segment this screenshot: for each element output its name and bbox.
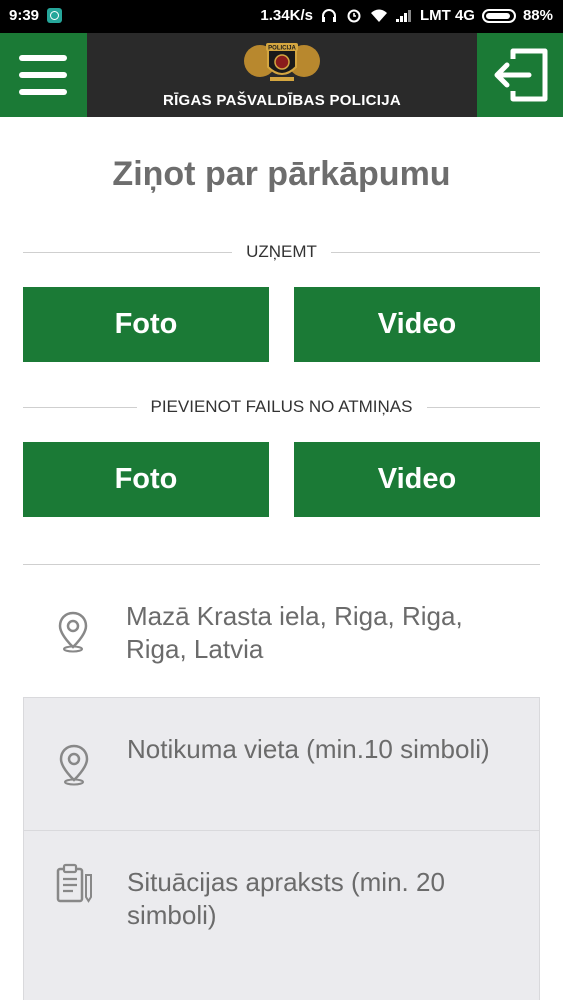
headset-icon [321,9,336,22]
capture-photo-button[interactable]: Foto [23,287,269,362]
situation-description-input[interactable]: Situācijas apraksts (min. 20 simboli) [23,830,540,1000]
wifi-icon [370,9,387,22]
gallery-photo-button[interactable]: Foto [23,442,269,517]
logo-text: POLICIJA [268,46,296,52]
page-title: Ziņot par pārkāpumu [112,155,451,193]
logout-button[interactable] [477,33,563,117]
app-header: POLICIJA RĪGAS PAŠVALDĪBAS POLICIJA [0,33,563,117]
files-section-divider: PIEVIENOT FAILUS NO ATMIŅAS [23,397,540,417]
capture-video-button[interactable]: Video [294,287,540,362]
files-section-label: PIEVIENOT FAILUS NO ATMIŅAS [136,397,427,416]
location-address: Mazā Krasta iela, Riga, Riga, Riga, Latv… [126,601,463,664]
gallery-video-button[interactable]: Video [294,442,540,517]
network-speed: 1.34K/s [260,7,313,24]
menu-button[interactable] [0,33,87,117]
capture-section-label-wrap: UZŅEMT [23,242,540,262]
battery-level: 88% [522,7,553,24]
exit-icon [494,48,548,102]
location-pin-icon [58,611,88,653]
battery-icon [481,8,516,23]
alarm-icon [347,9,361,23]
capture-section-divider: UZŅEMT [23,242,540,262]
organization-name: RĪGAS PAŠVALDĪBAS POLICIJA [162,92,402,109]
police-crest-logo: POLICIJA [244,43,320,81]
status-time: 9:39 [9,7,40,24]
notification-app-icon [47,8,63,23]
hamburger-icon-bar [19,89,67,95]
detected-location: Mazā Krasta iela, Riga, Riga, Riga, Latv… [23,565,540,697]
hamburger-icon [19,55,67,61]
location-pin-icon [59,744,89,786]
status-bar: 9:39 1.34K/s LMT 4G 88% [0,0,563,33]
clipboard-edit-icon [56,863,92,903]
files-section-label-wrap: PIEVIENOT FAILUS NO ATMIŅAS [23,397,540,417]
situation-description-placeholder: Situācijas apraksts (min. 20 simboli) [127,867,445,930]
hamburger-icon-bar [19,72,67,78]
carrier-label: LMT 4G [419,7,475,24]
signal-icon [395,10,411,22]
capture-section-label: UZŅEMT [232,242,331,261]
incident-place-placeholder: Notikuma vieta (min.10 simboli) [127,734,490,764]
incident-place-input[interactable]: Notikuma vieta (min.10 simboli) [23,697,540,831]
